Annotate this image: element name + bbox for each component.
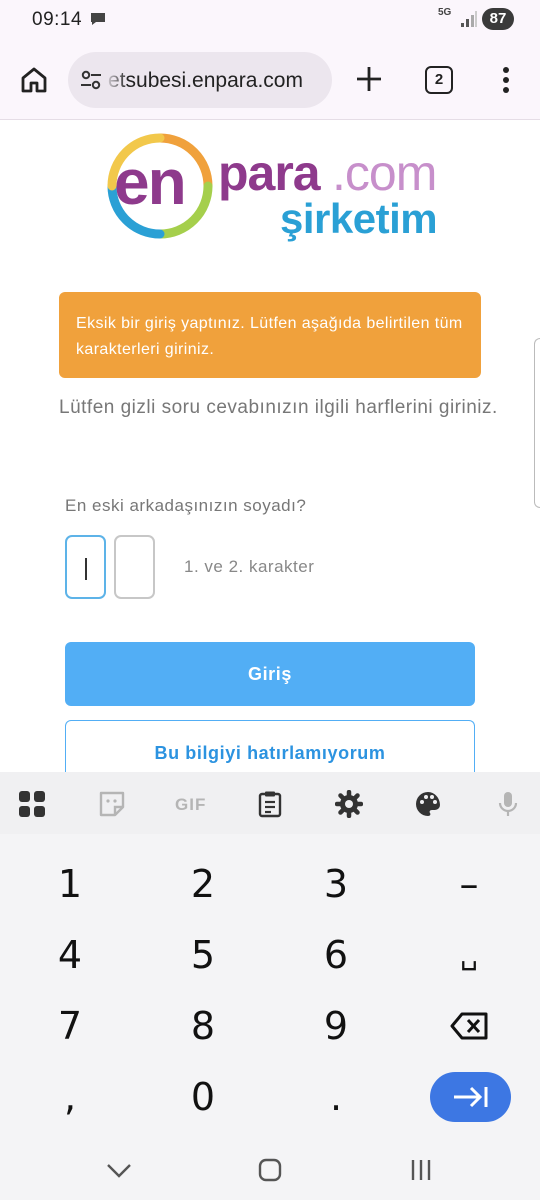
enpara-sirketim-logo: en para .com şirketim (104, 128, 440, 244)
system-nav-bar (0, 1140, 540, 1200)
key-period[interactable]: . (281, 1067, 391, 1127)
home-nav-icon[interactable] (256, 1156, 284, 1184)
forgot-answer-button[interactable]: Bu bilgiyi hatırlamıyorum (65, 720, 475, 776)
logo-para-text: para (218, 145, 321, 201)
numeric-keyboard: GIF 1 2 3 – 4 5 6 ␣ 7 8 9 , 0 . (0, 772, 540, 1200)
instruction-text: Lütfen gizli soru cevabınızın ilgili har… (59, 397, 498, 418)
url-text[interactable]: etsubesi.enpara.com (108, 69, 303, 93)
next-field-key[interactable] (430, 1072, 511, 1122)
chat-notification-icon (91, 13, 105, 25)
char-position-hint: 1. ve 2. karakter (184, 557, 315, 576)
key-5[interactable]: 5 (148, 925, 258, 985)
tab-next-icon (454, 1086, 488, 1108)
sticker-icon[interactable] (98, 790, 126, 818)
clipboard-icon[interactable] (256, 790, 284, 818)
text-caret (85, 558, 87, 580)
char-input-1[interactable] (65, 535, 106, 599)
logo-sirketim-text: şirketim (280, 195, 438, 242)
error-alert: Eksik bir giriş yaptınız. Lütfen aşağıda… (59, 292, 481, 378)
new-tab-icon[interactable] (354, 64, 384, 94)
key-4[interactable]: 4 (15, 925, 125, 985)
key-1[interactable]: 1 (15, 854, 125, 914)
more-options-icon[interactable] (496, 64, 516, 96)
url-fade (104, 52, 128, 108)
status-time: 09:14 (32, 9, 83, 30)
microphone-icon[interactable] (494, 790, 522, 818)
signal-strength-icon (461, 11, 477, 27)
security-question: En eski arkadaşınızın soyadı? (65, 496, 307, 515)
apps-grid-icon[interactable] (18, 790, 46, 818)
key-0[interactable]: 0 (148, 1067, 258, 1127)
settings-icon[interactable] (335, 790, 363, 818)
palette-icon[interactable] (414, 790, 442, 818)
battery-level: 87 (482, 8, 514, 30)
login-button[interactable]: Giriş (65, 642, 475, 706)
recent-apps-icon[interactable] (407, 1156, 435, 1184)
key-minus[interactable]: – (414, 854, 524, 914)
key-7[interactable]: 7 (15, 996, 125, 1056)
key-2[interactable]: 2 (148, 854, 258, 914)
logo-en-text: en (114, 146, 187, 218)
status-bar: 09:14 5G 87 (0, 0, 540, 40)
backspace-icon[interactable] (450, 1006, 490, 1046)
site-settings-icon[interactable] (80, 70, 102, 90)
key-comma[interactable]: , (15, 1067, 125, 1127)
scroll-handle[interactable] (534, 338, 540, 508)
key-8[interactable]: 8 (148, 996, 258, 1056)
logo-com-text: .com (332, 145, 437, 201)
chevron-down-icon[interactable] (105, 1156, 133, 1184)
network-type-label: 5G (438, 7, 452, 18)
key-6[interactable]: 6 (281, 925, 391, 985)
tab-switcher-button[interactable]: 2 (425, 66, 453, 94)
key-space[interactable]: ␣ (414, 925, 524, 985)
char-input-2[interactable] (114, 535, 155, 599)
address-bar[interactable]: etsubesi.enpara.com (68, 52, 332, 108)
browser-toolbar: etsubesi.enpara.com 2 (0, 40, 540, 120)
keyboard-toolbar: GIF (0, 772, 540, 834)
key-3[interactable]: 3 (281, 854, 391, 914)
key-9[interactable]: 9 (281, 996, 391, 1056)
gif-icon[interactable]: GIF (175, 795, 206, 815)
home-icon[interactable] (18, 64, 50, 96)
